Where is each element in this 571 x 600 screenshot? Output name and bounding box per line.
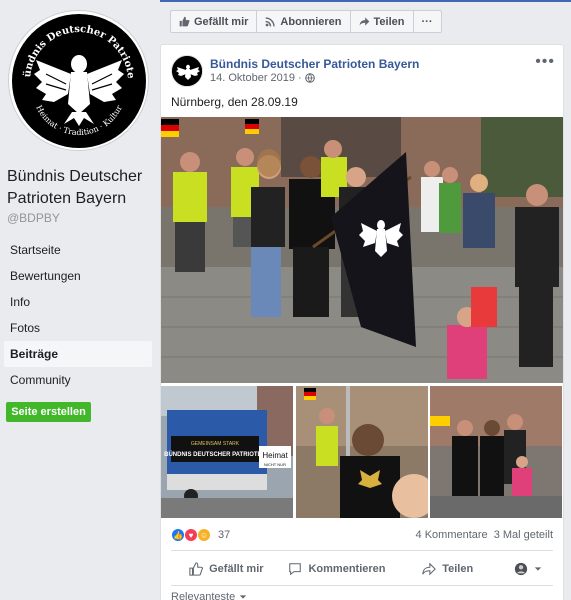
meta-separator: · — [298, 72, 302, 84]
audience-selector[interactable] — [503, 555, 553, 583]
left-sidebar: Bündnis Deutscher Patrioten Heimat · Tra… — [0, 0, 160, 600]
caret-down-icon — [240, 595, 247, 599]
thumbnail-photo-group[interactable] — [430, 386, 563, 518]
reactions-summary[interactable]: 👍 ♥ ☺ 37 — [171, 528, 230, 542]
page-action-bar: Gefällt mir Abonnieren Teilen ··· — [170, 10, 442, 33]
love-reaction-icon: ♥ — [184, 528, 198, 542]
thumbs-up-icon — [179, 16, 190, 27]
share-count[interactable]: 3 Mal geteilt — [494, 529, 553, 541]
post-share-label: Teilen — [442, 563, 474, 575]
post-share-button[interactable]: Teilen — [392, 555, 503, 583]
post-like-button[interactable]: Gefällt mir — [171, 555, 282, 583]
thumbnail-photo-selfie[interactable] — [295, 386, 429, 518]
post-main-photo[interactable] — [161, 117, 563, 383]
share-page-label: Teilen — [373, 15, 405, 28]
follow-button[interactable]: Abonnieren — [257, 10, 351, 33]
comment-count[interactable]: 4 Kommentare — [416, 529, 488, 541]
haha-reaction-icon: ☺ — [197, 528, 211, 542]
sign-sub-text: NICHT NUR — [264, 462, 286, 467]
profile-logo: Bündnis Deutscher Patrioten Heimat · Tra… — [11, 13, 146, 148]
post-meta: 14. Oktober 2019 · — [210, 72, 315, 84]
post-text: Nürnberg, den 28.09.19 — [171, 95, 298, 109]
sidebar-item-fotos[interactable]: Fotos — [4, 315, 152, 341]
avatar-icon — [514, 562, 528, 576]
like-page-button[interactable]: Gefällt mir — [170, 10, 258, 33]
sign-text: Heimat — [262, 451, 288, 460]
share-arrow-icon — [359, 17, 369, 26]
sidebar-item-info[interactable]: Info — [4, 289, 152, 315]
divider — [171, 585, 553, 586]
post-action-row: Gefällt mir Kommentieren Teilen — [171, 555, 553, 583]
page-handle: @BDPBY — [7, 211, 60, 225]
engagement-counts: 4 Kommentare 3 Mal geteilt — [416, 529, 553, 541]
post-options-icon[interactable]: ••• — [535, 53, 555, 71]
post-author-link[interactable]: Bündnis Deutscher Patrioten Bayern — [210, 57, 419, 71]
comment-sort-dropdown[interactable]: Relevanteste — [171, 591, 247, 600]
like-reaction-icon: 👍 — [171, 528, 185, 542]
sidebar-item-beitraege[interactable]: Beiträge — [4, 341, 152, 367]
globe-icon — [304, 73, 315, 83]
share-page-button[interactable]: Teilen — [350, 10, 414, 33]
caret-down-icon — [534, 567, 542, 571]
thumbs-up-icon — [189, 562, 204, 576]
reaction-count: 37 — [218, 529, 231, 541]
post-thumbnails: GEMEINSAM STARK BÜNDNIS DEUTSCHER PATRIO… — [161, 386, 563, 518]
post-author-avatar[interactable] — [171, 55, 203, 87]
sidebar-item-startseite[interactable]: Startseite — [4, 237, 152, 263]
sidebar-item-bewertungen[interactable]: Bewertungen — [4, 263, 152, 289]
create-page-button[interactable]: Seite erstellen — [6, 402, 91, 422]
post-card: Bündnis Deutscher Patrioten Bayern 14. O… — [160, 44, 564, 600]
follow-label: Abonnieren — [280, 15, 342, 28]
banner-main-text: BÜNDNIS DEUTSCHER PATRIOTEN — [164, 451, 266, 458]
page-profile-picture[interactable]: Bündnis Deutscher Patrioten Heimat · Tra… — [8, 10, 149, 151]
more-options-button[interactable]: ··· — [413, 10, 442, 33]
post-comment-button[interactable]: Kommentieren — [282, 555, 393, 583]
page-title[interactable]: Bündnis Deutscher Patrioten Bayern — [7, 166, 157, 210]
sort-label: Relevanteste — [171, 591, 236, 600]
rss-icon — [266, 17, 276, 27]
sidebar-item-community[interactable]: Community — [4, 367, 152, 393]
like-page-label: Gefällt mir — [194, 15, 249, 28]
thumbnail-photo-truck[interactable]: GEMEINSAM STARK BÜNDNIS DEUTSCHER PATRIO… — [161, 386, 294, 518]
sidebar-nav: Startseite Bewertungen Info Fotos Beiträ… — [4, 237, 152, 393]
banner-small-text: GEMEINSAM STARK — [191, 441, 240, 447]
more-dots-icon: ··· — [421, 15, 433, 28]
divider — [171, 550, 553, 551]
post-date[interactable]: 14. Oktober 2019 — [210, 72, 295, 84]
share-arrow-icon — [422, 562, 437, 576]
post-like-label: Gefällt mir — [209, 563, 264, 575]
comment-bubble-icon — [289, 563, 302, 576]
post-comment-label: Kommentieren — [308, 563, 386, 575]
